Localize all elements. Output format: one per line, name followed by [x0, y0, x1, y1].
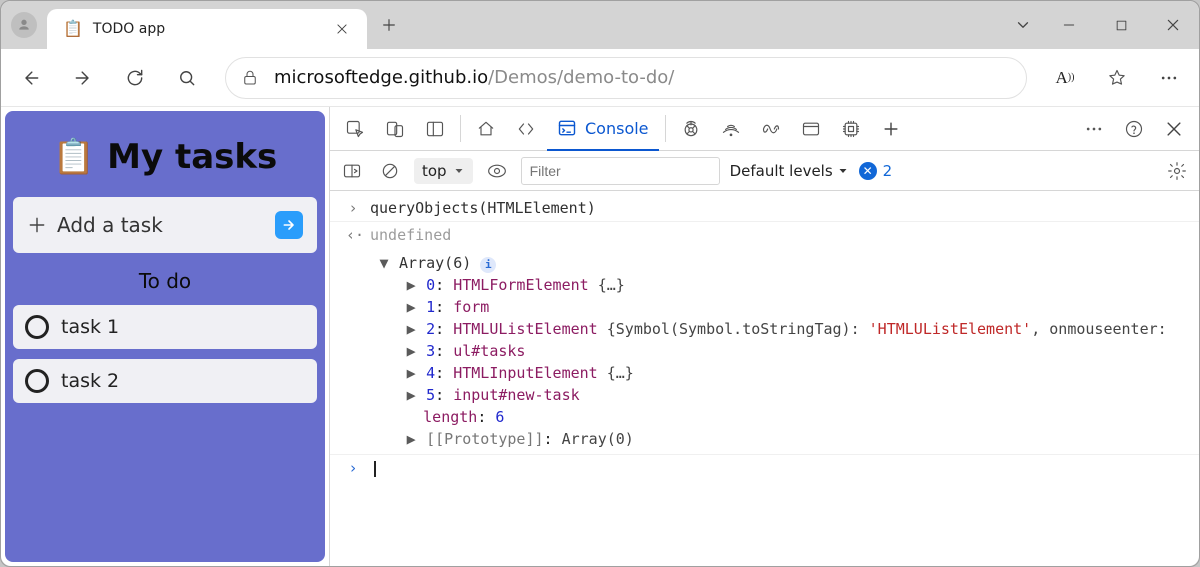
- add-task-placeholder: Add a task: [57, 213, 163, 237]
- url-text: microsoftedge.github.io/Demos/demo-to-do…: [274, 67, 674, 88]
- issues-icon: ✕: [859, 162, 877, 180]
- todo-section-heading: To do: [13, 269, 317, 293]
- devtools-close-button[interactable]: [1155, 119, 1193, 139]
- add-task-control[interactable]: Add a task: [13, 197, 317, 253]
- console-object-tree[interactable]: ▼ Array(6) i ▶ 0: HTMLFormElement {…} ▶ …: [330, 248, 1199, 454]
- plus-icon: [27, 215, 47, 235]
- tab-welcome[interactable]: [467, 107, 505, 150]
- browser-toolbar: microsoftedge.github.io/Demos/demo-to-do…: [1, 49, 1199, 107]
- context-selector[interactable]: top: [414, 158, 473, 184]
- nav-forward-button[interactable]: [63, 58, 103, 98]
- nav-back-button[interactable]: [11, 58, 51, 98]
- info-icon[interactable]: i: [480, 257, 496, 273]
- nav-reload-button[interactable]: [115, 58, 155, 98]
- favorite-button[interactable]: [1097, 58, 1137, 98]
- task-item[interactable]: task 2: [13, 359, 317, 403]
- window-minimize-button[interactable]: [1043, 1, 1095, 49]
- nav-search-button[interactable]: [167, 58, 207, 98]
- tab-title: TODO app: [93, 21, 165, 37]
- task-list: task 1 task 2: [13, 305, 317, 403]
- console-toolbar: top Default levels ✕ 2: [330, 151, 1199, 191]
- task-checkbox[interactable]: [25, 315, 49, 339]
- console-prompt[interactable]: ›: [330, 454, 1199, 481]
- tab-console[interactable]: Console: [547, 107, 659, 151]
- tab-sources[interactable]: [672, 107, 710, 150]
- inspect-element-button[interactable]: [336, 107, 374, 150]
- window-titlebar: 📋 TODO app: [1, 1, 1199, 49]
- chevron-down-icon: [453, 165, 465, 177]
- issues-button[interactable]: ✕ 2: [859, 162, 893, 180]
- task-label: task 2: [61, 370, 119, 392]
- live-expression-button[interactable]: [483, 161, 511, 181]
- clipboard-icon: 📋: [63, 21, 83, 37]
- devtools-tabstrip: Console: [330, 107, 1199, 151]
- tab-performance[interactable]: [752, 107, 790, 150]
- toggle-console-drawer-button[interactable]: [338, 161, 366, 181]
- site-info-button[interactable]: [240, 65, 260, 91]
- new-tab-button[interactable]: [367, 1, 411, 49]
- tab-application[interactable]: [792, 107, 830, 150]
- console-input-line: › queryObjects(HTMLElement): [330, 195, 1199, 221]
- submit-task-button[interactable]: [275, 211, 303, 239]
- tab-elements[interactable]: [507, 107, 545, 150]
- tab-overflow-button[interactable]: [1003, 1, 1043, 49]
- tab-memory[interactable]: [832, 107, 870, 150]
- console-icon: [557, 118, 577, 138]
- browser-menu-button[interactable]: [1149, 58, 1189, 98]
- task-checkbox[interactable]: [25, 369, 49, 393]
- profile-avatar[interactable]: [1, 1, 47, 49]
- clear-console-button[interactable]: [376, 161, 404, 181]
- app-viewport: 📋 My tasks Add a task To do task 1 task: [5, 111, 325, 562]
- more-tools-button[interactable]: [872, 107, 910, 150]
- read-aloud-button[interactable]: A)): [1045, 58, 1085, 98]
- console-output[interactable]: › queryObjects(HTMLElement) ‹· undefined…: [330, 191, 1199, 566]
- clipboard-icon: 📋: [53, 137, 95, 177]
- window-maximize-button[interactable]: [1095, 1, 1147, 49]
- console-filter-input[interactable]: [521, 157, 720, 185]
- devtools-menu-button[interactable]: [1075, 119, 1113, 139]
- log-levels-selector[interactable]: Default levels: [730, 162, 849, 180]
- devtools-help-button[interactable]: [1115, 119, 1153, 139]
- device-toolbar-button[interactable]: [376, 107, 414, 150]
- chevron-down-icon: [837, 165, 849, 177]
- console-return-line: ‹· undefined: [330, 221, 1199, 248]
- address-bar[interactable]: microsoftedge.github.io/Demos/demo-to-do…: [225, 57, 1027, 99]
- browser-tab-active[interactable]: 📋 TODO app: [47, 9, 367, 49]
- task-label: task 1: [61, 316, 119, 338]
- window-close-button[interactable]: [1147, 1, 1199, 49]
- dock-side-button[interactable]: [416, 107, 454, 150]
- cursor-caret: [374, 461, 376, 477]
- devtools-pane: Console: [329, 107, 1199, 566]
- tab-close-button[interactable]: [329, 16, 355, 42]
- page-title: 📋 My tasks: [13, 137, 317, 177]
- console-settings-button[interactable]: [1163, 161, 1191, 181]
- tab-network[interactable]: [712, 107, 750, 150]
- task-item[interactable]: task 1: [13, 305, 317, 349]
